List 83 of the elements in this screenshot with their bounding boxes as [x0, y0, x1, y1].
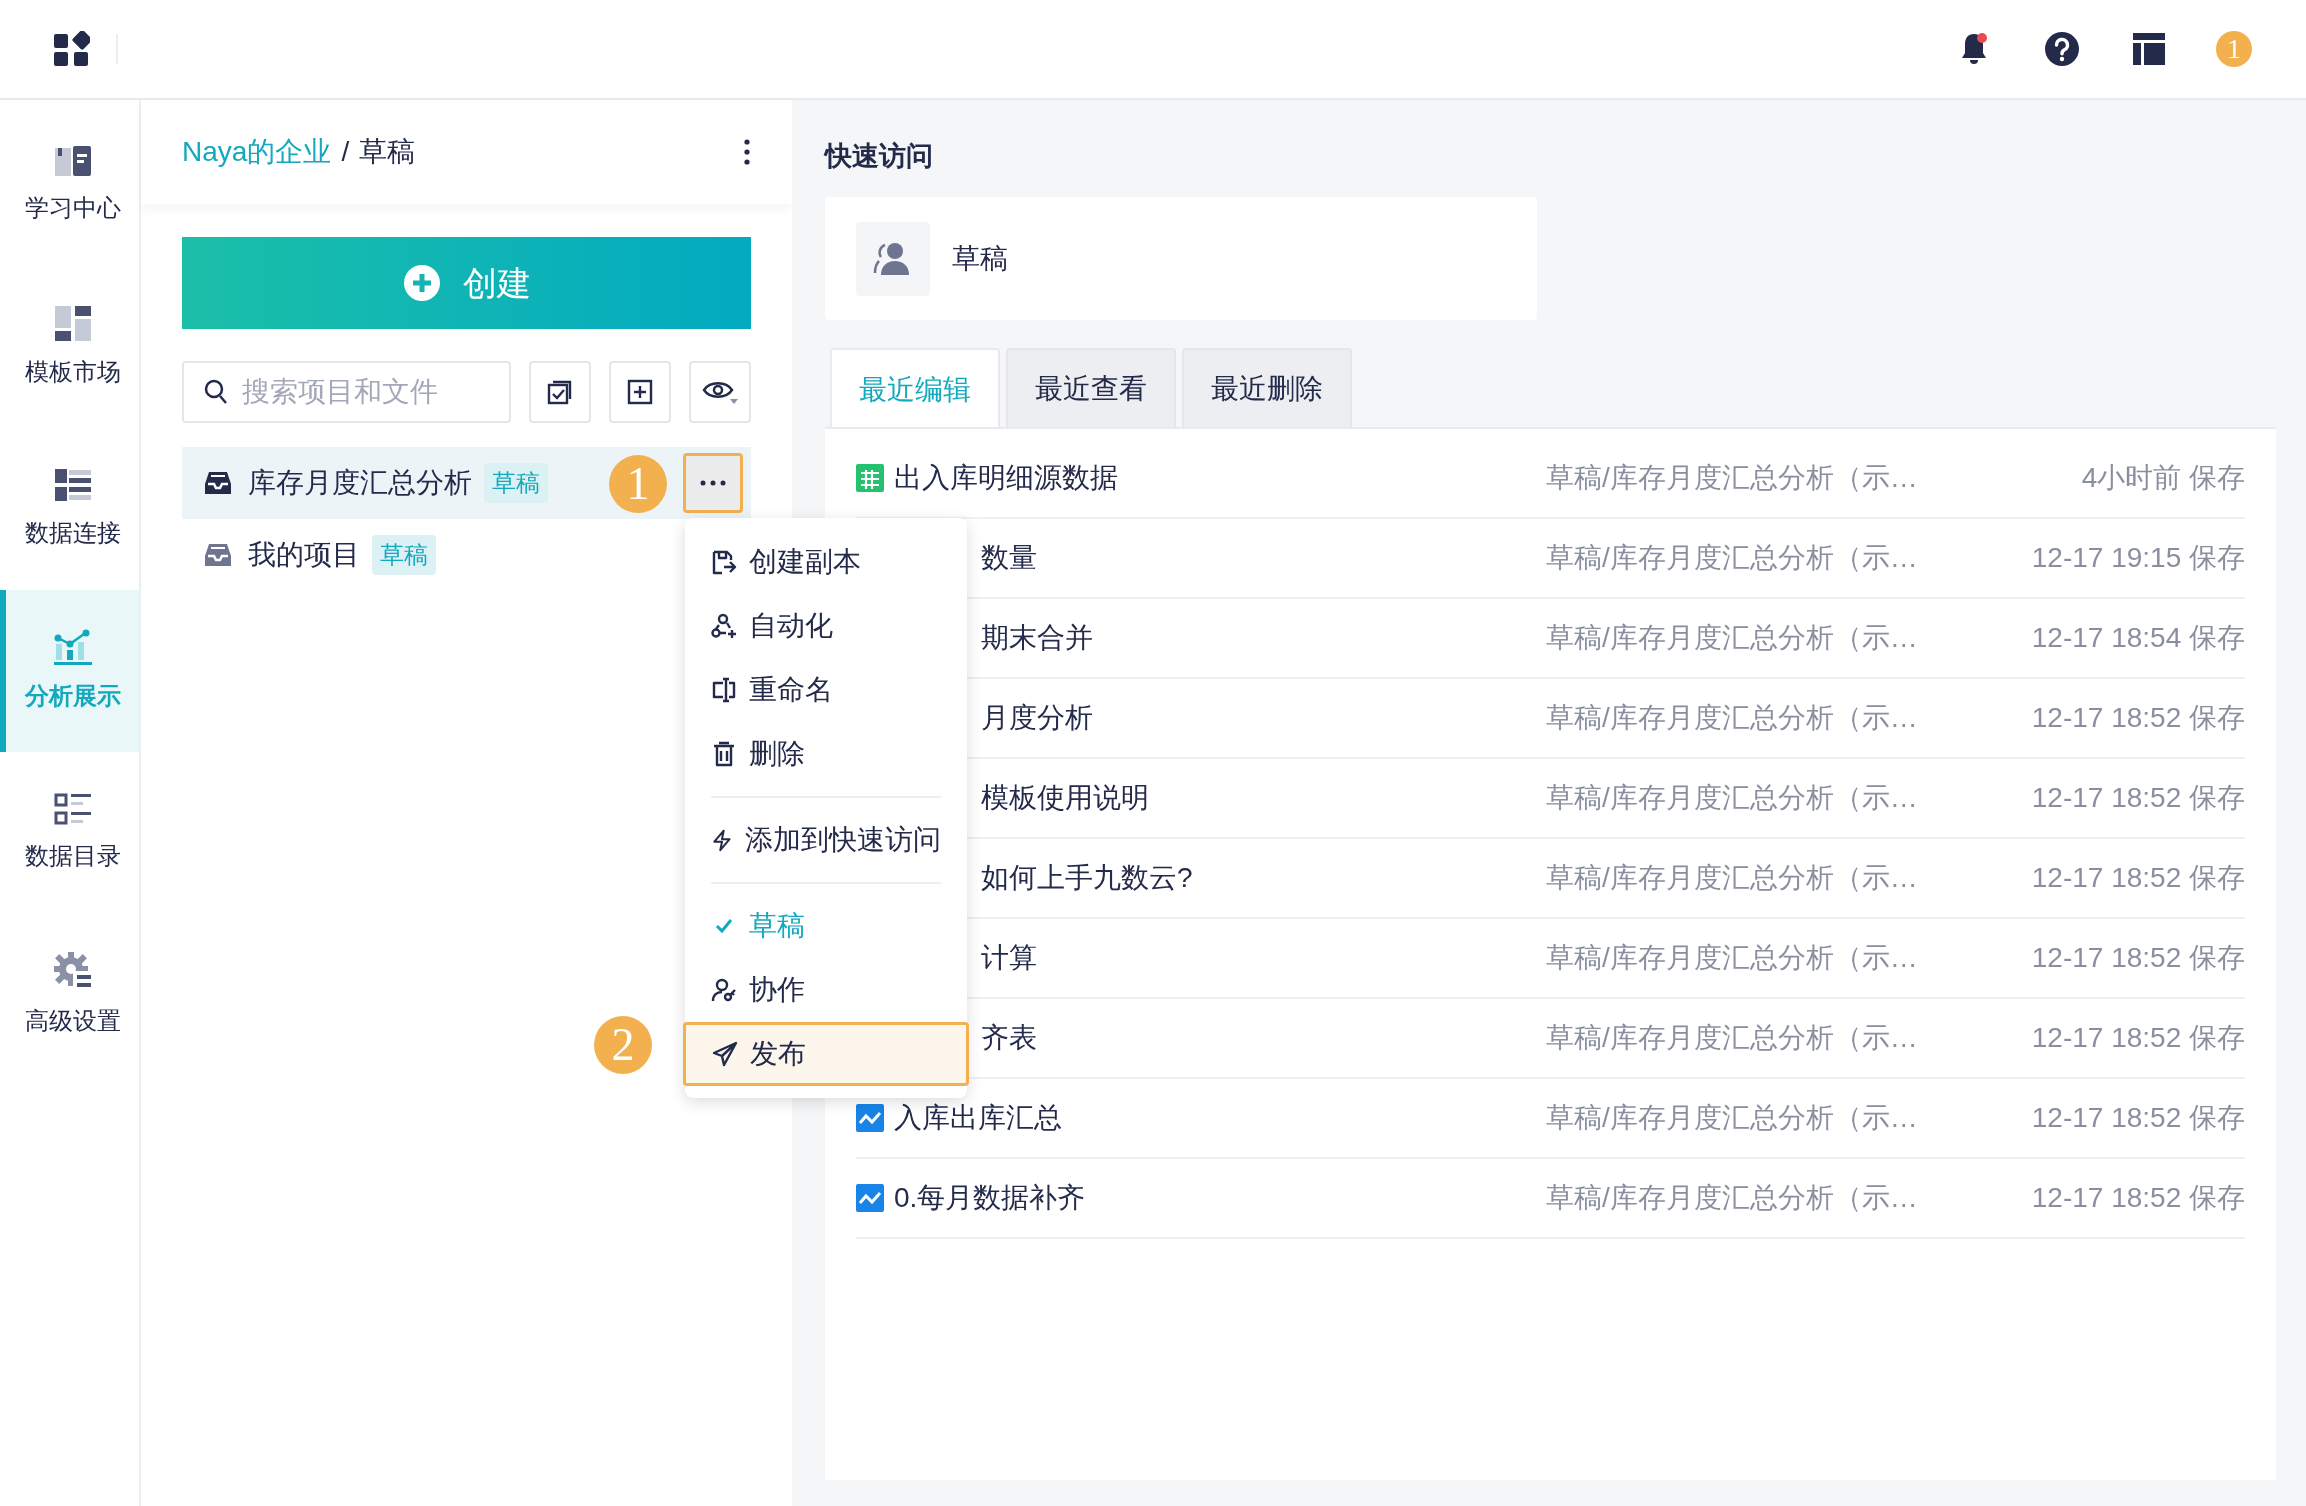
- quick-access-item[interactable]: 草稿: [952, 237, 1008, 280]
- file-name[interactable]: 计算: [981, 937, 1037, 979]
- menu-item[interactable]: 发布: [683, 1022, 969, 1086]
- breadcrumb-separator: /: [341, 135, 350, 169]
- section-title: 快速访问: [825, 140, 933, 173]
- saved-time: 12-17 19:15 保存: [2031, 541, 2245, 575]
- search-field[interactable]: 搜索项目和文件: [182, 361, 512, 423]
- saved-time: 12-17 18:52 保存: [2031, 701, 2245, 735]
- template-grid-icon: [52, 304, 93, 342]
- nav-item[interactable]: 高级设置: [0, 914, 139, 1076]
- inbox-icon: [204, 470, 232, 496]
- collaborator-icon: [711, 977, 737, 1003]
- file-name[interactable]: 如何上手九数云?: [981, 857, 1193, 899]
- file-path: 草稿/库存月度汇总分析（示…: [1546, 861, 1918, 895]
- file-path: 草稿/库存月度汇总分析（示…: [1546, 701, 1918, 735]
- tab[interactable]: 最近删除: [1182, 348, 1352, 427]
- automation-icon: [711, 613, 737, 639]
- spreadsheet-icon: [856, 464, 884, 492]
- apps-icon[interactable]: [54, 31, 90, 67]
- line-chart-icon: [856, 1184, 884, 1212]
- batch-select-button[interactable]: [529, 361, 592, 423]
- checkbox-stack-icon: [547, 379, 574, 405]
- saved-time: 12-17 18:52 保存: [2031, 941, 2245, 975]
- saved-time: 12-17 18:54 保存: [2031, 621, 2245, 655]
- paper-plane-icon: [712, 1041, 738, 1067]
- add-button[interactable]: [609, 361, 672, 423]
- menu-item[interactable]: 添加到快速访问: [685, 808, 967, 872]
- file-name[interactable]: 齐表: [981, 1017, 1037, 1059]
- nav-item[interactable]: 数据目录: [0, 752, 139, 914]
- saved-time: 12-17 18:52 保存: [2031, 861, 2245, 895]
- file-name[interactable]: 月度分析: [981, 697, 1093, 739]
- file-name[interactable]: 0.每月数据补齐: [894, 1177, 1086, 1219]
- nav-item[interactable]: 学习中心: [0, 104, 139, 266]
- step-badge: 1: [2216, 31, 2252, 67]
- ellipsis-icon: [700, 480, 726, 486]
- file-name[interactable]: 数量: [981, 537, 1037, 579]
- more-icon[interactable]: [743, 138, 751, 166]
- nav-item[interactable]: 数据连接: [0, 428, 139, 590]
- book-icon: [52, 144, 93, 178]
- file-path: 草稿/库存月度汇总分析（示…: [1546, 461, 1918, 495]
- file-path: 草稿/库存月度汇总分析（示…: [1546, 1021, 1918, 1055]
- file-path: 草稿/库存月度汇总分析（示…: [1546, 781, 1918, 815]
- line-chart-icon: [856, 1104, 884, 1132]
- nav-item[interactable]: 模板市场: [0, 266, 139, 428]
- plus-circle-icon: [402, 264, 441, 302]
- inbox-icon: [204, 542, 232, 568]
- menu-item[interactable]: 删除: [685, 722, 967, 786]
- file-path: 草稿/库存月度汇总分析（示…: [1546, 1181, 1918, 1215]
- plus-square-icon: [627, 379, 654, 405]
- rename-icon: [711, 677, 737, 703]
- menu-item[interactable]: 自动化: [685, 594, 967, 658]
- trash-icon: [711, 741, 737, 767]
- file-path: 草稿/库存月度汇总分析（示…: [1546, 941, 1918, 975]
- person-icon: [856, 221, 930, 296]
- eye-icon: [702, 379, 739, 405]
- saved-time: 4小时前 保存: [2081, 461, 2245, 495]
- tab[interactable]: 最近查看: [1006, 348, 1176, 427]
- saved-time: 12-17 18:52 保存: [2031, 1021, 2245, 1055]
- view-button[interactable]: [689, 361, 751, 423]
- file-path: 草稿/库存月度汇总分析（示…: [1546, 1101, 1918, 1135]
- lightning-icon: [711, 827, 733, 853]
- saved-time: 12-17 18:52 保存: [2031, 781, 2245, 815]
- menu-item[interactable]: 重命名: [685, 658, 967, 722]
- catalog-list-icon: [52, 792, 93, 826]
- file-path: 草稿/库存月度汇总分析（示…: [1546, 541, 1918, 575]
- data-connection-icon: [52, 467, 93, 503]
- search-icon: [204, 379, 228, 405]
- status-tag: 草稿: [484, 463, 548, 503]
- breadcrumb-current: 草稿: [359, 135, 416, 169]
- file-name[interactable]: 入库出库汇总: [894, 1097, 1062, 1139]
- file-name[interactable]: 期末合并: [981, 617, 1093, 659]
- help-icon[interactable]: [2044, 31, 2080, 67]
- menu-item[interactable]: 创建副本: [685, 530, 967, 594]
- file-name[interactable]: 模板使用说明: [981, 777, 1149, 819]
- menu-item[interactable]: 协作: [685, 958, 967, 1022]
- saved-time: 12-17 18:52 保存: [2031, 1101, 2245, 1135]
- chart-icon: [52, 628, 93, 666]
- layout-icon[interactable]: [2132, 32, 2166, 66]
- file-name[interactable]: 出入库明细源数据: [894, 457, 1118, 499]
- file-path: 草稿/库存月度汇总分析（示…: [1546, 621, 1918, 655]
- status-tag: 草稿: [372, 535, 436, 575]
- copy-icon: [711, 549, 737, 575]
- saved-time: 12-17 18:52 保存: [2031, 1181, 2245, 1215]
